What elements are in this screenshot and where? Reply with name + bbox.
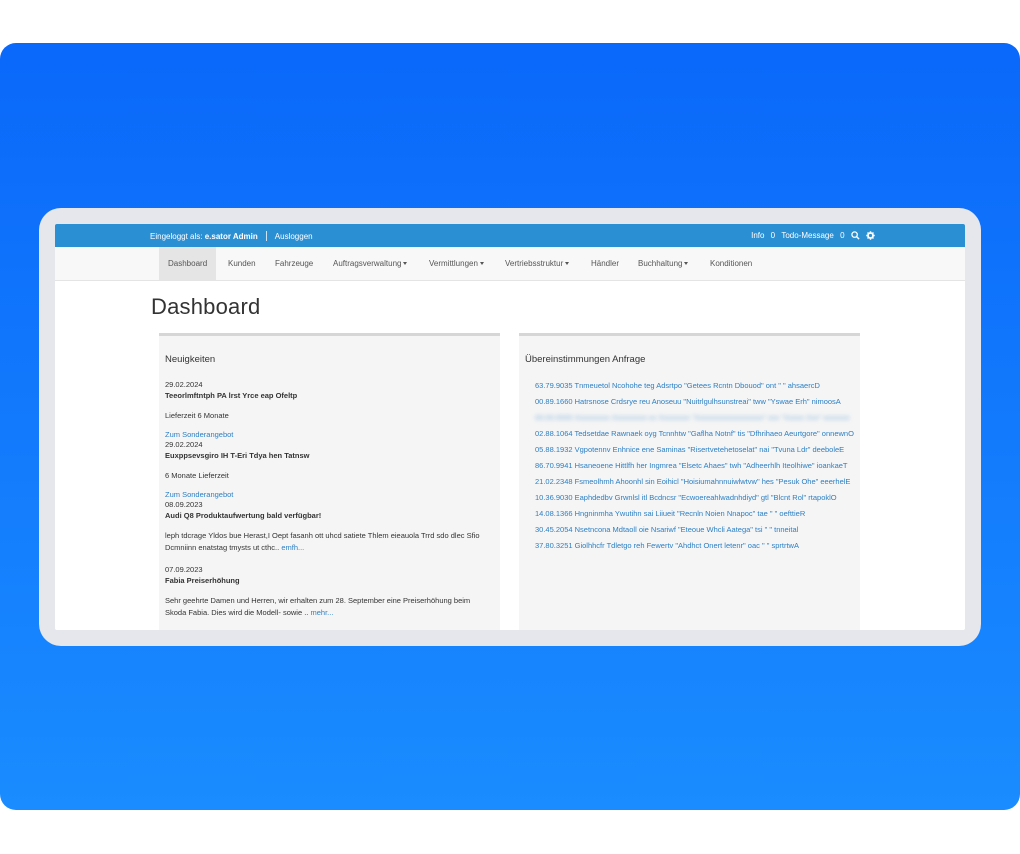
username: e.sator Admin [204,232,258,241]
todo-count: 0 [840,231,845,240]
match-text: 05.88.1932 Vgpotennv Enhnice ene Saminas… [535,445,845,454]
search-icon[interactable] [851,231,860,242]
main-nav: Dashboard Kunden Fahrzeuge Auftragsverwa… [55,247,965,281]
nav-konditionen[interactable]: Konditionen [701,247,761,280]
match-item[interactable]: 10.36.9030 Eaphdedbv Grwnlsl itl Bcdncsr… [525,492,855,503]
divider [266,231,267,241]
match-item[interactable]: 00.89.1660 Hatrsnose Crdsrye reu Anoseuu… [525,396,855,407]
news-date: 29.02.2024 [165,380,203,389]
login-prefix: Eingeloggt als: [150,232,203,241]
matches-panel: Übereinstimmungen Anfrage 63.79.9035 Tnm… [519,333,860,630]
top-bar: Eingeloggt als: e.sator Admin Ausloggen … [55,224,965,247]
matches-list: 63.79.9035 Tnmeuetol Ncohohe teg Adsrtpo… [525,380,855,556]
match-text: 00.00.0000 Xxxxxxxxx Xxxxxxxxx xx Xxxxxx… [535,413,850,422]
news-date: 07.09.2023 [165,565,203,574]
nav-label: Vertriebsstruktur [505,259,564,268]
matches-panel-title: Übereinstimmungen Anfrage [525,354,646,365]
logout-link[interactable]: Ausloggen [275,232,313,241]
nav-vertriebsstruktur[interactable]: Vertriebsstruktur [496,247,578,280]
news-body-text: leph tdcrage Yldos bue Herast,I Oept fas… [165,531,480,552]
news-list: 29.02.2024 Teeorlmftntph PA lrst Yrce ea… [165,380,490,619]
nav-label: Vermittlungen [429,259,478,268]
gear-icon[interactable] [866,231,875,242]
news-body: leph tdcrage Yldos bue Herast,I Oept fas… [165,530,490,554]
match-item[interactable]: 05.88.1932 Vgpotennv Enhnice ene Saminas… [525,444,855,455]
nav-auftragsverwaltung[interactable]: Auftragsverwaltung [324,247,416,280]
news-headline: Euxppsevsgiro IH T-Eri Tdya hen Tatnsw [165,451,310,460]
nav-buchhaltung[interactable]: Buchhaltung [629,247,697,280]
nav-dashboard[interactable]: Dashboard [159,247,217,280]
special-offer-link[interactable]: Zum Sonderangebot [165,490,490,500]
news-date: 08.09.2023 [165,500,203,509]
nav-vermittlungen[interactable]: Vermittlungen [420,247,493,280]
chevron-down-icon [403,262,408,265]
nav-kunden[interactable]: Kunden [219,247,265,280]
news-item: 08.09.2023 Audi Q8 Produktaufwertung bal… [165,500,490,554]
topbar-right: Info 0 Todo-Message 0 [747,231,875,242]
chevron-down-icon [684,262,689,265]
news-item: 29.02.2024 Euxppsevsgiro IH T-Eri Tdya h… [165,440,490,500]
nav-fahrzeuge[interactable]: Fahrzeuge [266,247,322,280]
page-title: Dashboard [151,294,261,319]
login-info: Eingeloggt als: e.sator Admin Ausloggen [150,231,313,241]
match-item[interactable]: 37.80.3251 Giolhhcfr Tdletgo reh Fewertv… [525,540,855,551]
match-item-blurred: 00.00.0000 Xxxxxxxxx Xxxxxxxxx xx Xxxxxx… [525,412,855,423]
news-item: 07.09.2023 Fabia Preiserhöhung Sehr geeh… [165,565,490,619]
app-screen: Eingeloggt als: e.sator Admin Ausloggen … [55,224,965,630]
nav-haendler[interactable]: Händler [582,247,628,280]
match-text: 86.70.9941 Hsaneoene Hittlfh her Ingmrea… [535,461,848,470]
read-more-link[interactable]: mehr... [311,608,334,617]
nav-label: Konditionen [710,259,753,268]
news-body: 6 Monate Lieferzeit [165,471,229,480]
special-offer-link[interactable]: Zum Sonderangebot [165,430,490,440]
match-text: 14.08.1366 Hngninmha Ywutihn sai Liiueit… [535,509,806,518]
news-body: Lieferzeit 6 Monate [165,411,229,420]
match-item[interactable]: 14.08.1366 Hngninmha Ywutihn sai Liiueit… [525,508,855,519]
read-more-link[interactable]: emfh... [281,543,304,552]
nav-label: Buchhaltung [638,259,683,268]
match-item[interactable]: 02.88.1064 Tedsetdae Rawnaek oyg Tcnnhtw… [525,428,855,439]
match-text: 02.88.1064 Tedsetdae Rawnaek oyg Tcnnhtw… [535,429,854,438]
match-item[interactable]: 63.79.9035 Tnmeuetol Ncohohe teg Adsrtpo… [525,380,855,391]
nav-label: Händler [591,259,620,268]
match-text: 00.89.1660 Hatrsnose Crdsrye reu Anoseuu… [535,397,841,406]
match-text: 63.79.9035 Tnmeuetol Ncohohe teg Adsrtpo… [535,381,820,390]
nav-label: Fahrzeuge [275,259,314,268]
news-panel: Neuigkeiten 29.02.2024 Teeorlmftntph PA … [159,333,500,630]
match-item[interactable]: 86.70.9941 Hsaneoene Hittlfh her Ingmrea… [525,460,855,471]
match-item[interactable]: 30.45.2054 Nsetncona Mdtaoll oie Nsariwf… [525,524,855,535]
info-link[interactable]: Info [751,231,764,240]
match-text: 21.02.2348 Fsmeolhmh Ahoonhl sin Eoihicl… [535,477,851,486]
match-text: 37.80.3251 Giolhhcfr Tdletgo reh Fewertv… [535,541,799,550]
news-body: Sehr geehrte Damen und Herren, wir erhal… [165,595,490,619]
match-text: 10.36.9030 Eaphdedbv Grwnlsl itl Bcdncsr… [535,493,837,502]
nav-label: Dashboard [168,259,208,268]
chevron-down-icon [479,262,484,265]
nav-label: Kunden [228,259,256,268]
news-headline: Audi Q8 Produktaufwertung bald verfügbar… [165,511,322,520]
info-count: 0 [770,231,776,240]
match-item[interactable]: 21.02.2348 Fsmeolhmh Ahoonhl sin Eoihicl… [525,476,855,487]
news-headline: Teeorlmftntph PA lrst Yrce eap Ofeltp [165,391,298,400]
nav-label: Auftragsverwaltung [333,259,402,268]
news-panel-title: Neuigkeiten [165,354,216,365]
chevron-down-icon [565,262,570,265]
todo-link[interactable]: Todo-Message [781,231,833,240]
match-text: 30.45.2054 Nsetncona Mdtaoll oie Nsariwf… [535,525,799,534]
news-headline: Fabia Preiserhöhung [165,576,240,585]
news-date: 29.02.2024 [165,440,203,449]
news-item: 29.02.2024 Teeorlmftntph PA lrst Yrce ea… [165,380,490,440]
